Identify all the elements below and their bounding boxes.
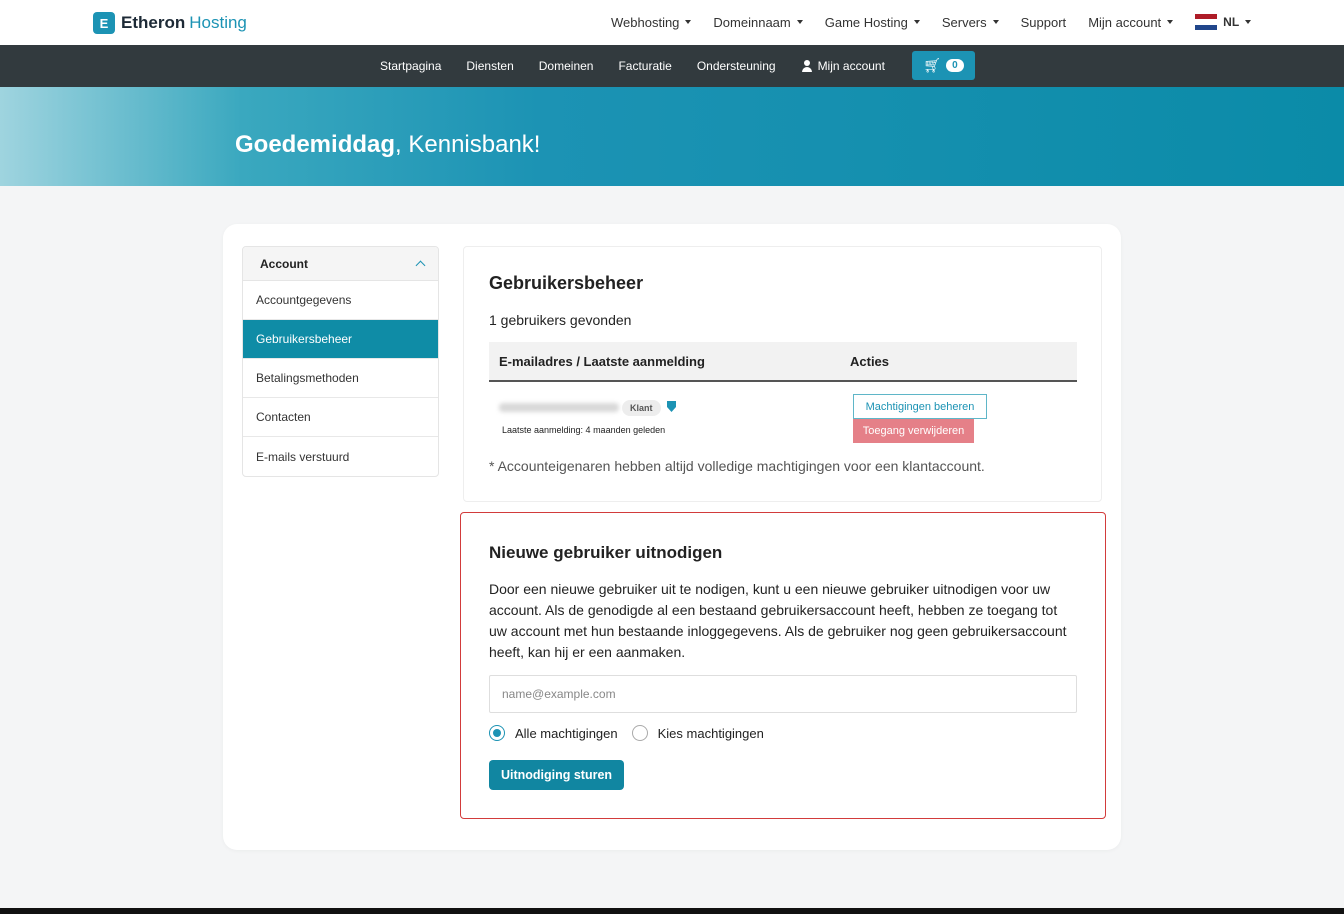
sidebar-item-gebruikersbeheer[interactable]: Gebruikersbeheer bbox=[243, 320, 438, 359]
invite-description: Door een nieuwe gebruiker uit te nodigen… bbox=[489, 581, 1067, 660]
sidebar-item-accountgegevens[interactable]: Accountgegevens bbox=[243, 281, 438, 320]
radio-choose-permissions-label[interactable]: Kies machtigingen bbox=[658, 726, 764, 741]
sidebar-item-emails-verstuurd[interactable]: E-mails verstuurd bbox=[243, 437, 438, 476]
user-management-panel: Gebruikersbeheer 1 gebruikers gevonden E… bbox=[463, 246, 1102, 502]
topnav-servers[interactable]: Servers bbox=[942, 15, 999, 30]
topnav-webhosting[interactable]: Webhosting bbox=[611, 14, 692, 30]
remove-access-button[interactable]: Toegang verwijderen bbox=[853, 419, 974, 443]
caret-down-icon bbox=[1245, 20, 1252, 24]
brand-name-light: Hosting bbox=[189, 13, 247, 32]
account-sidebar: Account Accountgegevens Gebruikersbeheer… bbox=[242, 246, 439, 477]
subnav-ondersteuning[interactable]: Ondersteuning bbox=[697, 59, 776, 73]
user-email-redacted bbox=[499, 403, 619, 412]
greeting-name: , Kennisbank! bbox=[395, 131, 541, 158]
caret-down-icon bbox=[913, 20, 920, 24]
topnav-game-hosting[interactable]: Game Hosting bbox=[825, 15, 920, 30]
cart-button[interactable]: 🛒︎ 0 bbox=[912, 51, 975, 80]
brand-logo[interactable]: E Etheron Hosting bbox=[93, 12, 247, 34]
manage-permissions-button[interactable]: Machtigingen beheren bbox=[853, 394, 987, 419]
topnav-mijn-account[interactable]: Mijn account bbox=[1088, 14, 1174, 30]
topnav-label: Servers bbox=[941, 14, 987, 30]
permissions-options: Alle machtigingen Kies machtigingen bbox=[489, 725, 778, 741]
cart-count-badge: 0 bbox=[946, 59, 964, 72]
owner-note: * Accounteigenaren hebben altijd volledi… bbox=[489, 458, 985, 474]
language-selector[interactable]: NL bbox=[1195, 14, 1252, 30]
top-nav: Webhosting Domeinnaam Game Hosting Serve… bbox=[611, 14, 1273, 30]
column-header-actions: Acties bbox=[850, 354, 890, 369]
caret-down-icon bbox=[685, 20, 692, 24]
sidebar-item-contacten[interactable]: Contacten bbox=[243, 398, 438, 437]
subnav-startpagina[interactable]: Startpagina bbox=[380, 59, 441, 73]
topnav-support[interactable]: Support bbox=[1021, 15, 1067, 30]
brand-name-bold: Etheron bbox=[121, 13, 186, 32]
greeting-text: Goedemiddag bbox=[235, 131, 396, 158]
sidebar-header[interactable]: Account bbox=[243, 247, 438, 281]
cart-icon: 🛒︎ bbox=[923, 57, 942, 73]
subnav-facturatie[interactable]: Facturatie bbox=[618, 59, 671, 73]
sidebar-header-label: Account bbox=[260, 256, 308, 271]
top-header: E Etheron Hosting Webhosting Domeinnaam … bbox=[0, 0, 1344, 45]
footer-edge bbox=[0, 908, 1344, 914]
page-title: Goedemiddag, Kennisbank! bbox=[235, 131, 540, 159]
user-icon bbox=[801, 60, 813, 72]
topnav-label: Mijn account bbox=[1088, 14, 1162, 30]
sidebar-item-betalingsmethoden[interactable]: Betalingsmethoden bbox=[243, 359, 438, 398]
caret-down-icon bbox=[1167, 20, 1174, 24]
subnav-mijn-account[interactable]: Mijn account bbox=[801, 59, 885, 73]
last-login-text: Laatste aanmelding: 4 maanden geleden bbox=[502, 425, 666, 435]
chevron-up-icon bbox=[415, 260, 426, 271]
users-count: 1 gebruikers gevonden bbox=[489, 312, 632, 328]
send-invite-button[interactable]: Uitnodiging sturen bbox=[489, 760, 624, 790]
hero-banner: Goedemiddag, Kennisbank! bbox=[0, 87, 1344, 186]
shield-icon bbox=[667, 401, 676, 412]
netherlands-flag-icon bbox=[1195, 14, 1218, 30]
table-header: E-mailadres / Laatste aanmelding Acties bbox=[489, 342, 1077, 382]
topnav-label: Webhosting bbox=[611, 14, 680, 30]
radio-all-permissions[interactable] bbox=[489, 725, 505, 741]
subnav-label: Mijn account bbox=[817, 59, 885, 73]
topnav-label: Game Hosting bbox=[824, 14, 908, 30]
topnav-label: Support bbox=[1020, 14, 1067, 30]
caret-down-icon bbox=[992, 20, 999, 24]
subnav-diensten[interactable]: Diensten bbox=[466, 59, 513, 73]
topnav-label: Domeinnaam bbox=[713, 14, 791, 30]
invite-title: Nieuwe gebruiker uitnodigen bbox=[489, 543, 723, 562]
role-badge: Klant bbox=[622, 400, 661, 416]
radio-all-permissions-label[interactable]: Alle machtigingen bbox=[515, 726, 618, 741]
subnav-domeinen[interactable]: Domeinen bbox=[539, 59, 594, 73]
language-label: NL bbox=[1223, 15, 1240, 29]
invite-user-panel: Nieuwe gebruiker uitnodigen Door een nie… bbox=[460, 512, 1106, 819]
client-area-nav: Startpagina Diensten Domeinen Facturatie… bbox=[0, 45, 1344, 87]
invite-email-input[interactable] bbox=[489, 675, 1077, 713]
logo-icon: E bbox=[93, 12, 115, 34]
topnav-domeinnaam[interactable]: Domeinnaam bbox=[713, 14, 803, 30]
radio-choose-permissions[interactable] bbox=[631, 725, 648, 741]
caret-down-icon bbox=[796, 20, 803, 24]
column-header-email: E-mailadres / Laatste aanmelding bbox=[499, 354, 705, 369]
panel-title: Gebruikersbeheer bbox=[489, 273, 644, 293]
